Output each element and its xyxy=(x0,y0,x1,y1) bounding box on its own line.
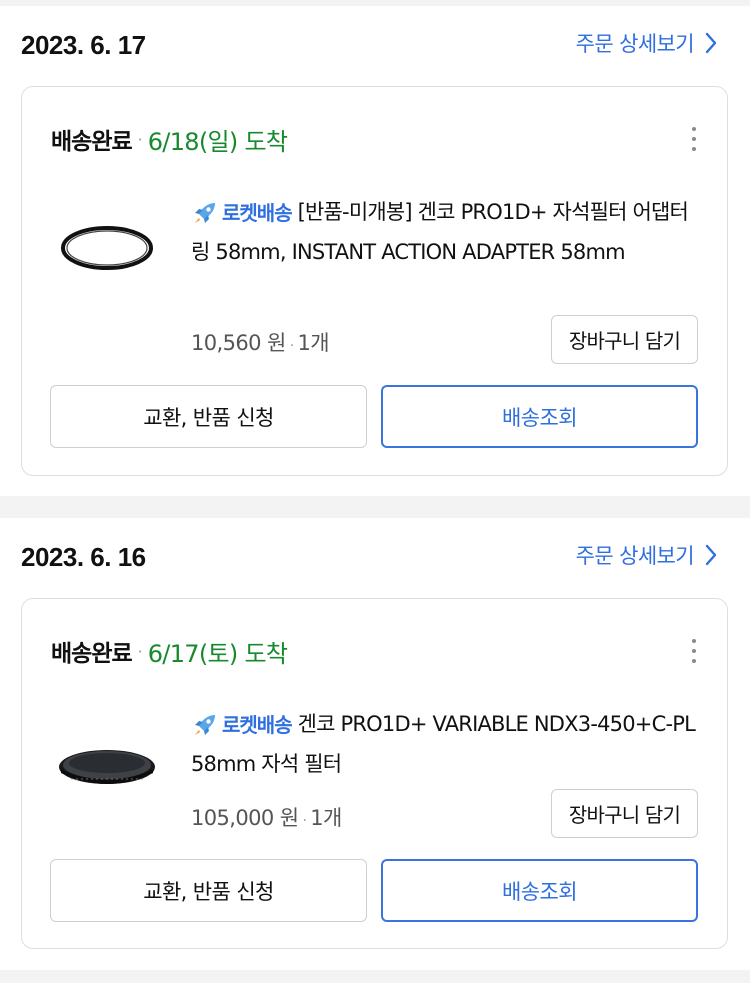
quantity: 1개 xyxy=(297,331,330,355)
separator-dot: · xyxy=(289,338,294,354)
order-card: 배송완료 · 6/18(일) 도착 로켓배송 [반품-미개봉] 겐코 PRO1D… xyxy=(21,86,728,476)
quantity: 1개 xyxy=(310,806,342,830)
order-date: 2023. 6. 16 xyxy=(21,542,146,572)
track-delivery-button[interactable]: 배송조회 xyxy=(381,385,698,448)
separator-dot: · xyxy=(302,813,307,829)
delivery-status: 배송완료 · 6/17(토) 도착 xyxy=(51,634,288,668)
rocket-icon xyxy=(195,715,215,735)
product-title-line: 로켓배송 겐코 PRO1D+ VARIABLE NDX3-450+C-PL 58… xyxy=(191,705,701,784)
order-group: 2023. 6. 17 주문 상세보기 배송완료 · 6/18(일) 도착 로켓… xyxy=(0,6,750,496)
rocket-delivery-badge: 로켓배송 xyxy=(191,706,293,745)
price-row: 105,000 원 · 1개 xyxy=(191,802,342,832)
order-header: 2023. 6. 16 주문 상세보기 xyxy=(0,518,750,598)
order-group: 2023. 6. 16 주문 상세보기 배송완료 · 6/17(토) 도착 로켓… xyxy=(0,518,750,970)
price: 10,560 원 xyxy=(191,331,286,355)
return-exchange-button[interactable]: 교환, 반품 신청 xyxy=(50,859,367,922)
separator-dot: · xyxy=(137,641,143,661)
more-options-icon[interactable] xyxy=(679,121,709,157)
status-label: 배송완료 xyxy=(51,641,133,667)
order-detail-link[interactable]: 주문 상세보기 xyxy=(576,540,718,570)
rocket-delivery-label: 로켓배송 xyxy=(222,200,293,225)
rocket-icon xyxy=(195,203,215,223)
adapter-ring-icon[interactable] xyxy=(57,217,157,277)
product-title-line: 로켓배송 [반품-미개봉] 겐코 PRO1D+ 자석필터 어댑터 링 58mm,… xyxy=(191,193,701,272)
price-row: 10,560 원 · 1개 xyxy=(191,327,330,357)
delivery-status: 배송완료 · 6/18(일) 도착 xyxy=(51,122,288,156)
order-date: 2023. 6. 17 xyxy=(21,30,146,60)
rocket-delivery-badge: 로켓배송 xyxy=(191,194,293,233)
nd-filter-icon[interactable] xyxy=(57,741,157,801)
order-detail-link[interactable]: 주문 상세보기 xyxy=(576,28,718,58)
separator-dot: · xyxy=(137,129,143,149)
add-to-cart-button[interactable]: 장바구니 담기 xyxy=(551,315,698,364)
order-card: 배송완료 · 6/17(토) 도착 로켓배송 겐코 PRO1D+ VARIABL… xyxy=(21,598,728,949)
more-options-icon[interactable] xyxy=(679,633,709,669)
rocket-delivery-label: 로켓배송 xyxy=(222,712,293,737)
order-list: 2023. 6. 17 주문 상세보기 배송완료 · 6/18(일) 도착 로켓… xyxy=(0,0,750,983)
arrival-date: 6/18(일) 도착 xyxy=(147,127,288,156)
price: 105,000 원 xyxy=(191,806,299,830)
order-header: 2023. 6. 17 주문 상세보기 xyxy=(0,6,750,86)
add-to-cart-button[interactable]: 장바구니 담기 xyxy=(551,789,698,838)
order-detail-label: 주문 상세보기 xyxy=(575,544,695,568)
track-delivery-button[interactable]: 배송조회 xyxy=(381,859,698,922)
chevron-right-icon xyxy=(705,32,717,54)
arrival-date: 6/17(토) 도착 xyxy=(147,639,288,668)
product-info[interactable]: 로켓배송 [반품-미개봉] 겐코 PRO1D+ 자석필터 어댑터 링 58mm,… xyxy=(191,193,701,272)
product-info[interactable]: 로켓배송 겐코 PRO1D+ VARIABLE NDX3-450+C-PL 58… xyxy=(191,705,701,784)
order-detail-label: 주문 상세보기 xyxy=(575,32,695,56)
status-label: 배송완료 xyxy=(51,129,133,155)
chevron-right-icon xyxy=(705,544,717,566)
return-exchange-button[interactable]: 교환, 반품 신청 xyxy=(50,385,367,448)
